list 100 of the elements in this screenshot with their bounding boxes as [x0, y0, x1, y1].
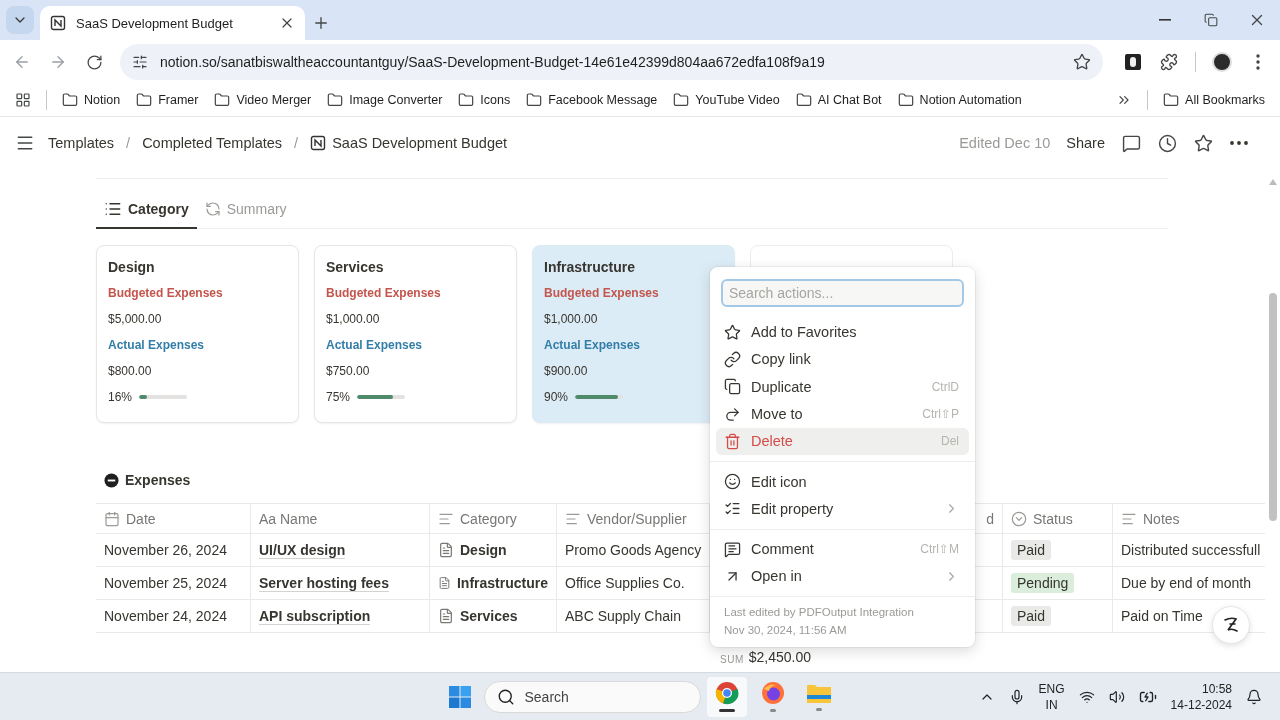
language-indicator[interactable]: ENG IN	[1038, 680, 1065, 713]
more-icon	[1230, 141, 1248, 145]
bookmark[interactable]: AI Chat Bot	[788, 88, 889, 112]
volume-icon[interactable]	[1108, 688, 1125, 705]
bookmark[interactable]: Video Merger	[207, 88, 319, 112]
column-header[interactable]: Notes	[1113, 504, 1265, 533]
sliders-icon[interactable]	[132, 54, 148, 70]
category-card[interactable]: Services Budgeted Expenses $1,000.00 Actual Expenses $750.00 75%	[314, 245, 517, 423]
taskbar-search-field[interactable]: Search	[483, 680, 701, 713]
last-edited-note: Last edited by PDFOutput Integration	[723, 605, 915, 620]
search-field[interactable]: Search actions...	[721, 279, 964, 307]
page-logo-icon	[310, 135, 327, 151]
card-title: Design	[108, 258, 156, 277]
bookmark[interactable]: Notion Automation	[890, 88, 1029, 112]
puzzle-icon	[1160, 53, 1178, 71]
budget-label: Budgeted Expenses	[544, 285, 660, 302]
clock[interactable]: 10:58 14-12-2024	[1170, 680, 1232, 713]
bookmark[interactable]: Facebook Message	[519, 88, 665, 112]
extension-icon	[1124, 53, 1142, 71]
row-title-link[interactable]: UI/UX design	[259, 541, 346, 559]
breadcrumb-link[interactable]: Templates	[42, 133, 121, 153]
row-title-link[interactable]: Server hosting fees	[259, 574, 389, 592]
list-icon	[104, 200, 122, 218]
menu-item[interactable]: Edit icon	[716, 467, 969, 496]
folder-icon	[526, 92, 543, 108]
restore-icon	[1204, 13, 1218, 27]
budget-label: Budgeted Expenses	[108, 285, 224, 302]
view-tab[interactable]: Category	[96, 191, 197, 229]
arrow-right-icon	[49, 53, 67, 71]
avatar	[1212, 52, 1232, 72]
bookmark[interactable]: Image Converter	[320, 88, 450, 112]
folder-icon	[805, 682, 832, 704]
minimize-icon	[1159, 19, 1171, 21]
column-header[interactable]: Aa Name	[251, 504, 430, 533]
folder-icon	[214, 92, 231, 108]
menu-item[interactable]: Open in	[716, 562, 969, 591]
comment-icon	[1121, 133, 1141, 153]
more-icon	[1256, 54, 1260, 70]
table-cell: November 26, 2024	[96, 534, 251, 566]
category-card[interactable]: Design Budgeted Expenses $5,000.00 Actual Expenses $800.00 16%	[96, 245, 299, 423]
budget-value: $1,000.00	[544, 311, 599, 328]
sum-value: $2,450.00	[748, 649, 812, 665]
comment-icon	[724, 540, 741, 558]
menu-item[interactable]: Delete Del	[716, 427, 969, 455]
breadcrumb-link[interactable]: Completed Templates	[136, 133, 289, 153]
bookmark[interactable]: YouTube Video	[666, 88, 787, 112]
share-button[interactable]: Share	[1060, 135, 1111, 151]
folder-icon	[62, 92, 78, 108]
status-tag: Paid	[1011, 606, 1052, 626]
progress-percent: 90%	[544, 390, 569, 404]
row-title-link[interactable]: API subscription	[259, 607, 371, 625]
page-logo-icon	[50, 15, 66, 31]
folder-icon	[1163, 92, 1180, 108]
star-icon[interactable]	[1073, 53, 1091, 71]
bell-icon[interactable]	[1246, 688, 1262, 705]
windows-logo-icon	[448, 685, 471, 708]
minus-circle-icon	[104, 472, 119, 488]
category-link[interactable]: Services	[460, 608, 518, 624]
scrollbar-thumb[interactable]	[1268, 293, 1277, 521]
squiggle-icon	[1221, 615, 1241, 635]
bookmark[interactable]: Notion	[55, 88, 128, 112]
link-icon	[724, 350, 741, 368]
category-link[interactable]: Infrastructure	[456, 575, 548, 591]
table-cell: November 25, 2024	[96, 567, 251, 599]
table-cell: Paid on Time	[1121, 608, 1203, 624]
breadcrumb-separator: /	[125, 135, 132, 151]
column-header[interactable]: Date	[96, 504, 251, 533]
card-title: Services	[326, 258, 385, 277]
budget-label: Budgeted Expenses	[326, 285, 442, 302]
taskbar-app[interactable]	[706, 676, 747, 717]
browser-tab[interactable]: SaaS Development Budget	[40, 6, 305, 40]
breadcrumb-link[interactable]: SaaS Development Budget	[304, 133, 514, 153]
menu-icon	[15, 133, 35, 153]
arrow-icon	[724, 405, 741, 423]
column-header[interactable]: Category	[430, 504, 557, 533]
bookmark[interactable]: Icons	[451, 88, 518, 112]
bookmark[interactable]: All Bookmarks	[1156, 88, 1272, 112]
actual-value: $750.00	[326, 363, 371, 380]
column-header[interactable]: Status	[1003, 504, 1113, 533]
folder-icon	[136, 92, 153, 108]
section-title: Expenses	[125, 472, 191, 488]
status-tag: Paid	[1011, 540, 1052, 560]
table-cell: Distributed successfull	[1121, 542, 1261, 558]
category-link[interactable]: Design	[460, 542, 507, 558]
address-bar[interactable]: notion.so/sanatbiswaltheaccountantguy/SaaS-Development-Budget-14e61e42399d804aa672edfa108f9a19	[120, 44, 1103, 80]
assistant-button[interactable]	[1212, 606, 1250, 644]
star-icon	[1193, 133, 1213, 153]
chrome-icon	[714, 681, 739, 705]
menu-item[interactable]: Comment Ctrl⇧M	[716, 535, 969, 563]
progress-percent: 16%	[108, 390, 133, 404]
table-cell: November 24, 2024	[96, 600, 251, 632]
copy-icon	[724, 378, 741, 396]
bookmark[interactable]: Framer	[129, 88, 206, 112]
actual-label: Actual Expenses	[108, 337, 206, 354]
sum-label: SUM	[720, 654, 744, 665]
search-icon	[496, 687, 515, 706]
menu-item[interactable]: Edit property	[716, 495, 969, 523]
calendar-icon	[104, 510, 120, 527]
actual-value: $800.00	[108, 363, 153, 380]
page-icon	[438, 542, 454, 558]
